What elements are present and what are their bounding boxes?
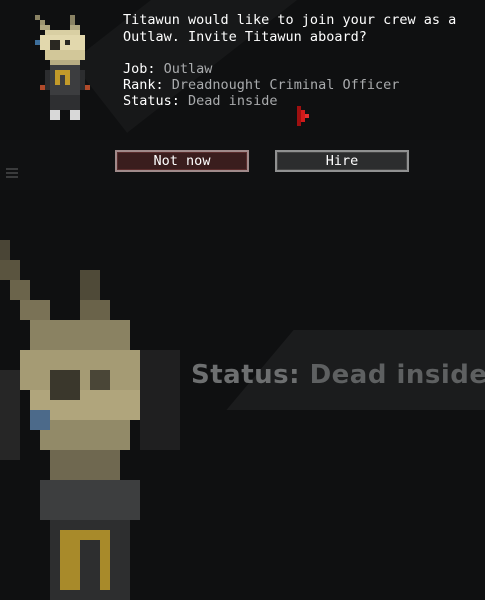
game-screen: Status: Dead inside Titawun would like t… [0,0,485,600]
background-status-value: Dead inside [309,360,485,390]
job-value: Outlaw [163,61,213,77]
crew-portrait-sprite [35,15,90,120]
background-portrait-sprite [0,240,180,600]
not-now-button[interactable]: Not now [115,150,249,172]
recruit-message: Titawun would like to join your crew as … [123,12,457,45]
rank-row: Rank: Dreadnought Criminal Officer [123,77,399,93]
job-row: Job: Outlaw [123,61,399,77]
status-value: Dead inside [188,93,278,109]
status-row: Status: Dead inside [123,93,399,109]
job-label: Job: [123,61,156,77]
crew-info-block: Job: Outlaw Rank: Dreadnought Criminal O… [123,61,399,109]
background-status-label: Status: [191,360,301,390]
hire-button[interactable]: Hire [275,150,409,172]
rank-label: Rank: [123,77,164,93]
background-status-text: Status: Dead inside [191,360,485,390]
red-arrow-cursor-icon [297,106,309,126]
status-label: Status: [123,93,180,109]
menu-edge-icon [6,168,18,178]
rank-value: Dreadnought Criminal Officer [171,77,400,93]
recruit-dialog: Titawun would like to join your crew as … [0,0,485,190]
